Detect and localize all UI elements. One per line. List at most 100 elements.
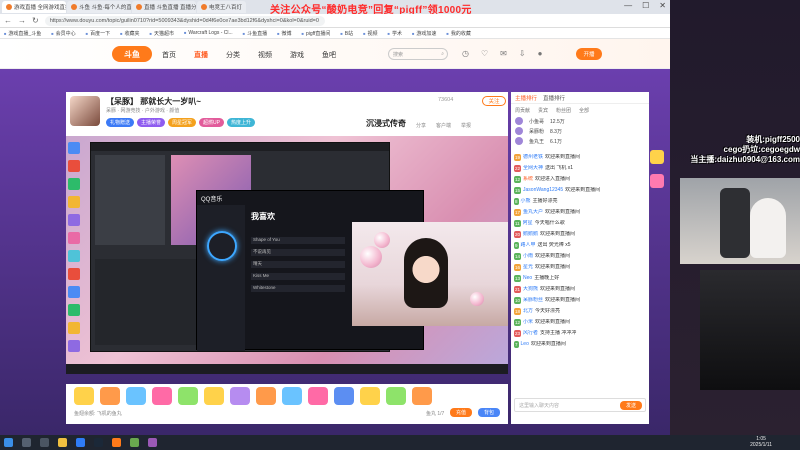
bookmark-item[interactable]: 收藏夹: [120, 30, 140, 37]
room-badge[interactable]: 超燃UP: [199, 118, 224, 127]
app-icon[interactable]: [148, 438, 157, 447]
chat-username[interactable]: 路人甲: [521, 242, 536, 250]
search-icon[interactable]: [22, 438, 31, 447]
gift-icon[interactable]: [204, 387, 224, 405]
video-player[interactable]: QQ音乐 我喜欢 Shape of You 不说再见 晴天 Kiss Me Wh…: [66, 136, 508, 374]
chat-username[interactable]: 大狗熊: [523, 286, 538, 294]
steam-icon[interactable]: [94, 438, 103, 447]
chat-username[interactable]: 鱼丸大户: [523, 209, 543, 217]
gift-icon[interactable]: [412, 387, 432, 405]
gift-icon[interactable]: [256, 387, 276, 405]
chat-username[interactable]: JasonWang12345: [523, 187, 563, 195]
avatar[interactable]: ●: [538, 49, 543, 58]
browser-tab[interactable]: 斗鱼 斗鱼·每个人的直播平台: [67, 1, 131, 13]
chat-username[interactable]: 鹅鹅鹅: [523, 231, 538, 239]
gift-icon[interactable]: [230, 387, 250, 405]
gift-icon[interactable]: [308, 387, 328, 405]
rank-row[interactable]: 呆豚粉 8.3万: [511, 126, 649, 136]
bookmark-item[interactable]: 视频: [363, 30, 378, 37]
douyu-icon[interactable]: [112, 438, 121, 447]
bookmark-item[interactable]: 游戏直播_斗鱼: [4, 30, 41, 37]
nav-item-live[interactable]: 直播: [194, 50, 208, 60]
room-badge[interactable]: 周星冠军: [168, 118, 197, 127]
bookmark-item[interactable]: pigff直播间: [302, 30, 330, 37]
search-input[interactable]: 搜索 ⌕: [388, 48, 448, 60]
gift-icon[interactable]: [360, 387, 380, 405]
rank-tab[interactable]: 全部: [579, 107, 589, 114]
browser-tab[interactable]: 电竞王八百灯: [197, 1, 247, 13]
chat-username[interactable]: Neo: [523, 275, 532, 283]
bookmark-item[interactable]: 游戏加速: [412, 30, 436, 37]
bookmark-item[interactable]: 天猫超市: [150, 30, 174, 37]
bookmark-item[interactable]: 百度一下: [86, 30, 110, 37]
bookmark-item[interactable]: B站: [340, 30, 353, 37]
chat-username[interactable]: 阿星: [523, 220, 533, 228]
streamer-avatar[interactable]: [70, 96, 100, 126]
chat-username[interactable]: 呆豚粉丝: [523, 297, 543, 305]
taskview-icon[interactable]: [40, 438, 49, 447]
url-input[interactable]: https://www.douyu.com/topic/guilin0710?r…: [44, 15, 325, 26]
chat-username[interactable]: 德州老铁: [523, 154, 543, 162]
bookmark-item[interactable]: 我的收藏: [446, 30, 471, 37]
nav-item-category[interactable]: 分类: [226, 50, 240, 60]
start-icon[interactable]: [4, 438, 13, 447]
forward-icon[interactable]: →: [18, 16, 26, 25]
gift-icon[interactable]: [126, 387, 146, 405]
browser-tab[interactable]: 直播 斗鱼直播 直播分享: [132, 1, 196, 13]
chat-username[interactable]: 星光: [523, 264, 533, 272]
taskbar-clock[interactable]: 1:05 2025/1/11: [750, 436, 772, 448]
chat-username[interactable]: Leo: [521, 341, 529, 349]
tab-anchor-rank[interactable]: 主播排行: [515, 94, 537, 102]
bookmark-item[interactable]: 会员中心: [51, 30, 76, 37]
chat-username[interactable]: 系统: [523, 176, 533, 184]
tab-live-rank[interactable]: 直播排行: [543, 94, 565, 102]
recharge-button[interactable]: 充值: [450, 408, 472, 417]
nav-item-game[interactable]: 游戏: [290, 50, 304, 60]
download-icon[interactable]: ⇩: [519, 49, 526, 58]
report-button[interactable]: 举报: [461, 122, 471, 129]
history-icon[interactable]: ◷: [462, 49, 469, 58]
bookmark-item[interactable]: 斗鱼直播: [243, 30, 267, 37]
refresh-icon[interactable]: ↻: [32, 16, 39, 25]
chat-username[interactable]: 小米: [523, 319, 533, 327]
backpack-button[interactable]: 背包: [478, 408, 500, 417]
chat-username[interactable]: 风行者: [523, 330, 538, 338]
bookmark-item[interactable]: 学术: [388, 30, 402, 37]
chat-username[interactable]: 小熊: [521, 198, 531, 206]
gift-icon[interactable]: [74, 387, 94, 405]
chat-username[interactable]: 北方: [523, 308, 533, 316]
chat-input[interactable]: 这里输入聊天内容 发送: [514, 398, 646, 412]
message-icon[interactable]: ✉: [500, 49, 507, 58]
activity-icon[interactable]: [650, 174, 664, 188]
rank-tab[interactable]: 贵宾: [538, 107, 548, 114]
site-logo[interactable]: 斗鱼: [112, 46, 152, 62]
chat-username[interactable]: 全网大神: [523, 165, 543, 173]
nav-item-video[interactable]: 视频: [258, 50, 272, 60]
rank-row[interactable]: 小鱼哥 12.5万: [511, 116, 649, 126]
gift-icon[interactable]: [178, 387, 198, 405]
open-stream-button[interactable]: 开播: [576, 48, 602, 60]
room-badge[interactable]: 热度上升: [227, 118, 256, 127]
send-button[interactable]: 发送: [620, 401, 642, 410]
gift-icon[interactable]: [100, 387, 120, 405]
rank-row[interactable]: 鱼丸王 6.1万: [511, 136, 649, 146]
close-icon[interactable]: ✕: [659, 1, 666, 10]
activity-icon[interactable]: [650, 150, 664, 164]
app-icon[interactable]: [130, 438, 139, 447]
gift-icon[interactable]: [282, 387, 302, 405]
browser-tab[interactable]: 游戏直播 全网游戏直播 斗鱼直播: [2, 1, 66, 13]
nav-item-home[interactable]: 首页: [162, 50, 176, 60]
room-badge[interactable]: 礼物赠送: [106, 118, 135, 127]
maximize-icon[interactable]: ☐: [642, 1, 649, 10]
follow-list-icon[interactable]: ♡: [481, 49, 488, 58]
gift-icon[interactable]: [334, 387, 354, 405]
gift-icon[interactable]: [152, 387, 172, 405]
share-button[interactable]: 分享: [416, 122, 426, 129]
room-badge[interactable]: 主播荣誉: [137, 118, 166, 127]
explorer-icon[interactable]: [58, 438, 67, 447]
minimize-icon[interactable]: —: [624, 1, 632, 10]
nav-item-yuba[interactable]: 鱼吧: [322, 50, 336, 60]
chat-message-list[interactable]: 19 德州老铁 欢迎来到直播间 22 全网大神 送出 飞机 x1 12 系统 欢迎进入直播间 15…: [511, 152, 649, 392]
bookmark-item[interactable]: 微博: [277, 30, 292, 37]
rank-tab[interactable]: 粉丝团: [556, 107, 571, 114]
